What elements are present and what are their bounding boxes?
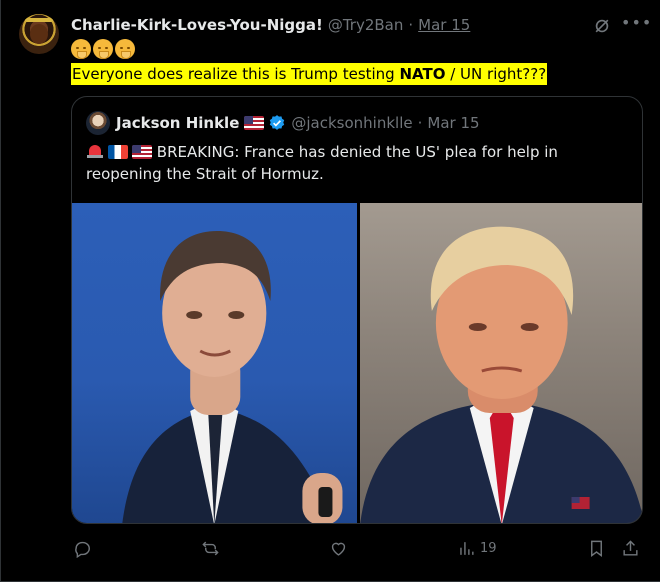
reply-button[interactable] — [73, 536, 92, 560]
quoted-header-separator: · — [417, 114, 423, 132]
post-actions: 19 — [71, 536, 643, 560]
repost-button[interactable] — [201, 536, 220, 560]
quoted-author-display-name[interactable]: Jackson Hinkle — [116, 114, 239, 132]
media-photo-left[interactable] — [72, 203, 357, 523]
quoted-post-header: Jackson Hinkle @jacksonhinklle · Mar 15 — [116, 112, 480, 134]
quoted-post[interactable]: Jackson Hinkle @jacksonhinklle · Mar 15 … — [71, 96, 643, 524]
post[interactable]: Charlie-Kirk-Loves-You-Nigga! @Try2Ban ·… — [0, 0, 660, 582]
avatar-face — [30, 24, 48, 44]
reply-icon — [75, 541, 90, 558]
quoted-author-avatar[interactable] — [86, 111, 110, 135]
quoted-post-date[interactable]: Mar 15 — [427, 114, 479, 132]
author-handle[interactable]: @Try2Ban — [328, 16, 404, 34]
hand-over-mouth-emoji-icon — [93, 39, 113, 59]
heart-icon — [331, 542, 346, 556]
quoted-author-handle[interactable]: @jacksonhinklle — [291, 114, 412, 132]
post-header: Charlie-Kirk-Loves-You-Nigga! @Try2Ban ·… — [71, 14, 470, 36]
flag-france-icon — [108, 145, 128, 159]
man-portrait-left-icon — [122, 231, 343, 523]
grok-icon[interactable] — [592, 16, 612, 36]
hand-over-mouth-emoji-icon — [115, 39, 135, 59]
views-chart-icon — [460, 541, 474, 555]
quoted-post-body: BREAKING: France has denied the US' plea… — [86, 143, 558, 183]
share-button[interactable] — [621, 536, 640, 560]
author-avatar[interactable] — [19, 14, 59, 54]
post-text-bold: NATO — [399, 65, 446, 83]
man-portrait-right-icon — [359, 226, 642, 523]
post-text-pre: Everyone does realize this is Trump test… — [72, 65, 400, 83]
post-text-post: / UN right??? — [445, 65, 547, 83]
flag-usa-icon — [132, 145, 152, 159]
quoted-post-text: BREAKING: France has denied the US' plea… — [86, 141, 626, 185]
flag-usa-icon — [244, 116, 265, 130]
header-separator: · — [408, 16, 414, 34]
post-text: Everyone does realize this is Trump test… — [71, 63, 548, 85]
quoted-post-media[interactable] — [72, 203, 642, 523]
author-display-name[interactable]: Charlie-Kirk-Loves-You-Nigga! — [71, 16, 323, 34]
bookmark-button[interactable] — [587, 536, 606, 560]
bookmark-icon — [591, 540, 602, 557]
verified-icon[interactable] — [268, 114, 286, 132]
siren-icon — [86, 143, 104, 159]
share-icon — [623, 539, 638, 556]
views-button[interactable]: 19 — [457, 536, 497, 560]
avatar-band — [25, 18, 53, 22]
post-emojis — [71, 39, 135, 61]
media-photo-right[interactable] — [359, 203, 642, 523]
more-icon[interactable]: ••• — [621, 15, 651, 36]
post-date[interactable]: Mar 15 — [418, 16, 470, 34]
repost-icon — [202, 541, 219, 555]
like-button[interactable] — [329, 536, 348, 560]
views-count: 19 — [480, 540, 497, 556]
hand-over-mouth-emoji-icon — [71, 39, 91, 59]
